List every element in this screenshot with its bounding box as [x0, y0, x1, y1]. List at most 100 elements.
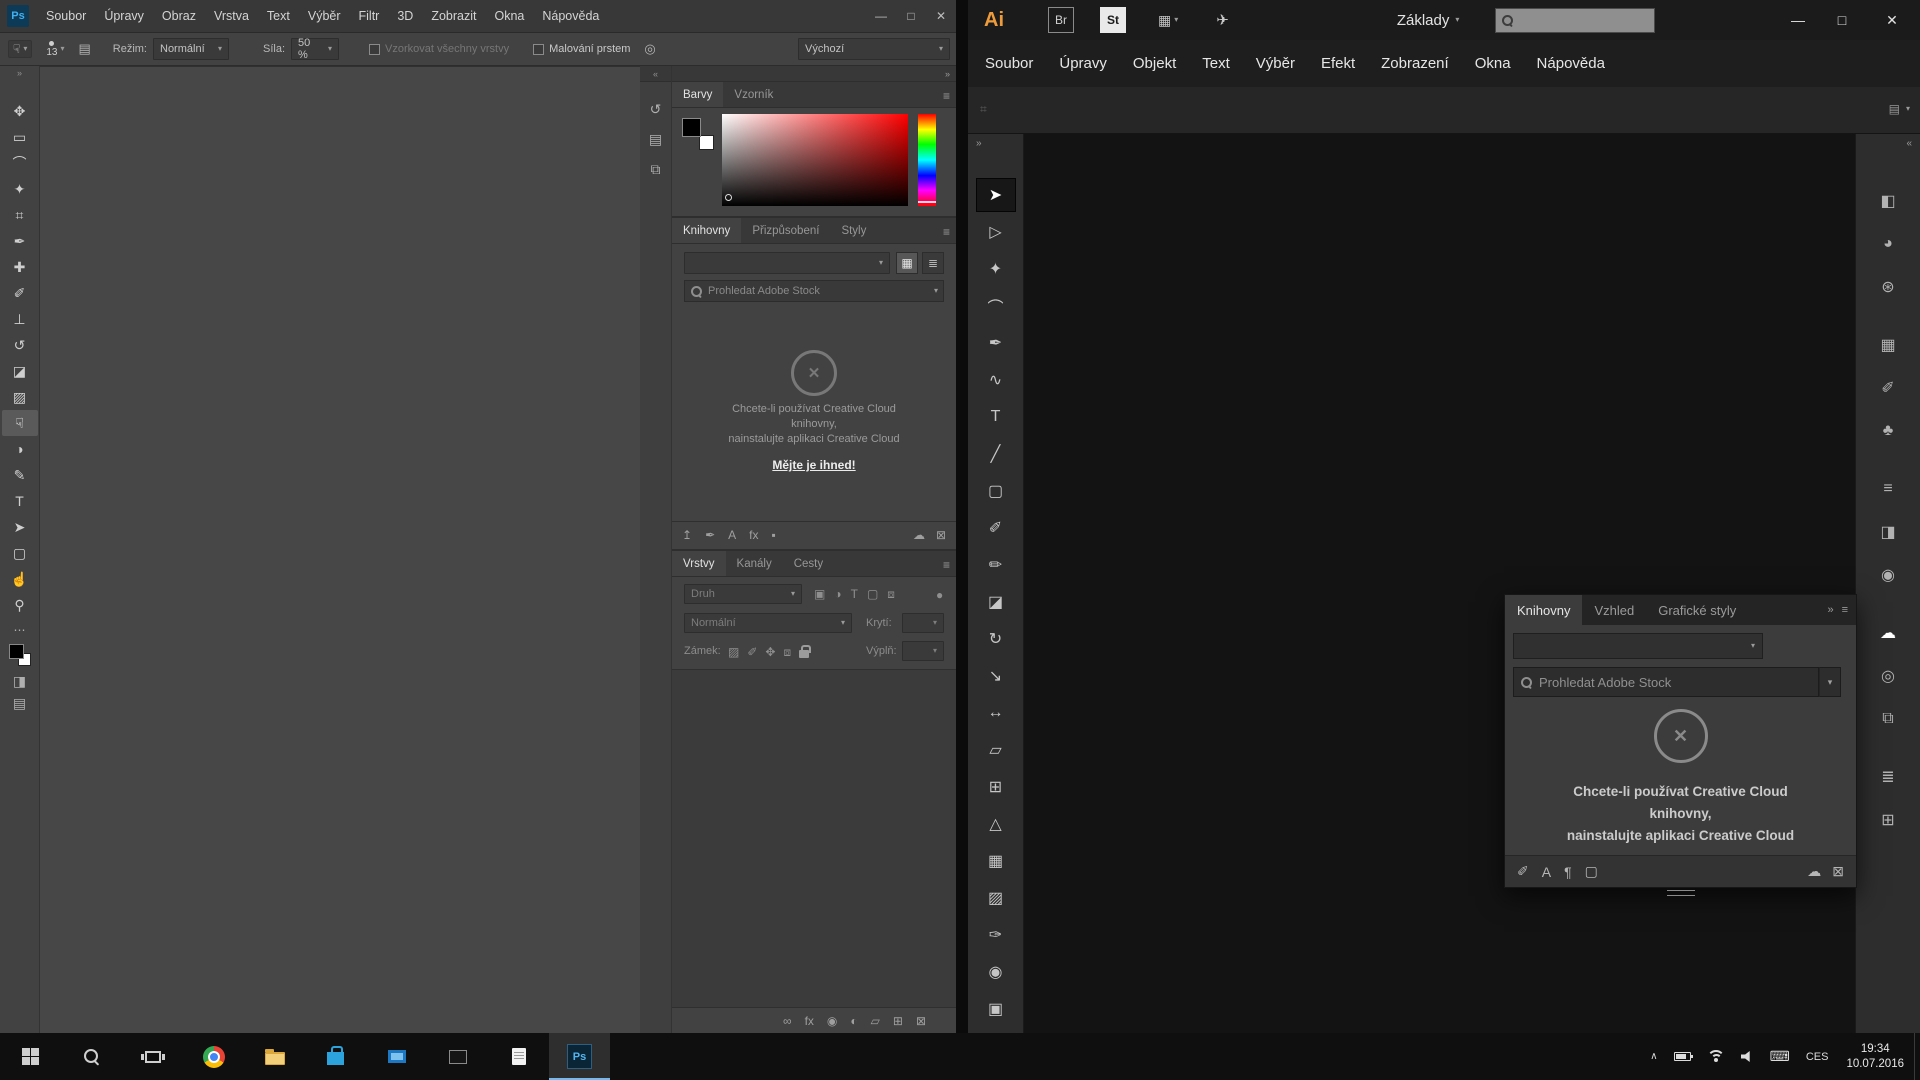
- filter-type-layers-icon[interactable]: T: [851, 587, 858, 601]
- volume-button[interactable]: [1733, 1033, 1762, 1080]
- layer-mask-icon[interactable]: ◉: [827, 1014, 837, 1028]
- show-desktop-button[interactable]: [1914, 1033, 1920, 1080]
- brush-size-picker[interactable]: 13 ▾: [46, 41, 64, 58]
- tab-kanaly[interactable]: Kanály: [726, 551, 783, 576]
- photoshop-taskbar-button[interactable]: Ps: [549, 1033, 610, 1080]
- appbar-search-field[interactable]: [1495, 8, 1655, 33]
- workspace-switcher[interactable]: Základy ▾: [1397, 12, 1460, 29]
- lasso-tool[interactable]: ⌒: [2, 150, 38, 176]
- tab-knihovny[interactable]: Knihovny: [1505, 595, 1582, 625]
- panel-menu-icon[interactable]: ≡: [943, 89, 950, 103]
- workspace-preset-select[interactable]: Výchozí ▾: [798, 38, 950, 60]
- arrange-documents-button[interactable]: ▦ ▾: [1158, 13, 1178, 27]
- toggle-brush-panel-icon[interactable]: ▤: [78, 41, 90, 57]
- chrome-taskbar-button[interactable]: [183, 1033, 244, 1080]
- color-themes-panel-icon[interactable]: ◎: [1871, 659, 1905, 693]
- menu-okna[interactable]: Okna: [485, 9, 533, 23]
- filter-toggle-icon[interactable]: ●: [936, 588, 943, 602]
- panel-menu-icon[interactable]: ≡: [943, 558, 950, 572]
- shape-builder-tool[interactable]: ⊞: [976, 770, 1016, 804]
- add-paragraph-style-icon[interactable]: ¶: [1564, 864, 1572, 880]
- stock-button[interactable]: St: [1100, 7, 1126, 33]
- shape-tool[interactable]: ▢: [2, 540, 38, 566]
- tab-styly[interactable]: Styly: [830, 218, 877, 243]
- history-panel-icon[interactable]: ↺: [641, 94, 671, 124]
- menu-vrstva[interactable]: Vrstva: [205, 9, 258, 23]
- menu-objekt[interactable]: Objekt: [1120, 55, 1189, 72]
- curvature-tool[interactable]: ∿: [976, 363, 1016, 397]
- toolbar-collapse-icon[interactable]: »: [17, 68, 22, 78]
- delete-item-icon[interactable]: ⊠: [1832, 863, 1844, 880]
- gradient-tool[interactable]: ▨: [976, 881, 1016, 915]
- selection-tool[interactable]: ➤: [976, 178, 1016, 212]
- color-panel-icon[interactable]: ◧: [1871, 184, 1905, 218]
- artboards-panel-icon[interactable]: ⊞: [1871, 803, 1905, 837]
- rotate-tool[interactable]: ↻: [976, 622, 1016, 656]
- search-options-button[interactable]: ▾: [1819, 667, 1841, 697]
- rectangle-tool[interactable]: ▢: [976, 474, 1016, 508]
- marquee-tool[interactable]: ▭: [2, 124, 38, 150]
- photos-button[interactable]: [366, 1033, 427, 1080]
- clone-stamp-tool[interactable]: ⊥: [2, 306, 38, 332]
- sync-status-icon[interactable]: ☁: [913, 528, 925, 542]
- scale-tool[interactable]: ↘: [976, 659, 1016, 693]
- lasso-tool[interactable]: ⌒: [976, 289, 1016, 323]
- finger-painting-checkbox[interactable]: Malování prstem: [533, 43, 630, 55]
- hand-tool[interactable]: ☝: [2, 566, 38, 592]
- symbols-panel-icon[interactable]: ♣: [1871, 414, 1905, 448]
- network-button[interactable]: [1699, 1033, 1733, 1080]
- taskbar-search-button[interactable]: [61, 1033, 122, 1080]
- link-layers-icon[interactable]: ∞: [783, 1014, 792, 1028]
- menu-upravy[interactable]: Úpravy: [1046, 55, 1120, 72]
- menu-vyber[interactable]: Výběr: [1243, 55, 1308, 72]
- panel-menu-icon[interactable]: ≡: [1842, 604, 1848, 616]
- transparency-panel-icon[interactable]: ◉: [1871, 558, 1905, 592]
- add-color-icon[interactable]: ▪: [771, 528, 775, 542]
- illustrator-canvas[interactable]: [1024, 134, 1855, 1033]
- panel-resize-grip[interactable]: [1667, 890, 1695, 896]
- layer-list[interactable]: [672, 669, 956, 1007]
- hue-slider[interactable]: [918, 114, 936, 206]
- menu-okna[interactable]: Okna: [1462, 55, 1524, 72]
- dock-collapse-icon[interactable]: «: [1906, 138, 1912, 149]
- edit-toolbar-icon[interactable]: ⋯: [14, 624, 26, 636]
- add-graphic-icon[interactable]: ✒: [705, 528, 715, 542]
- stock-search-input[interactable]: [708, 285, 929, 297]
- toolbar-expand-icon[interactable]: »: [976, 138, 982, 149]
- delete-item-icon[interactable]: ⊠: [936, 528, 946, 542]
- console-button[interactable]: [427, 1033, 488, 1080]
- add-character-style-icon[interactable]: A: [1542, 864, 1551, 880]
- maximize-button[interactable]: □: [1820, 0, 1864, 40]
- store-button[interactable]: [305, 1033, 366, 1080]
- recolor-artwork-icon[interactable]: ⊛: [1871, 270, 1905, 304]
- close-button[interactable]: ✕: [926, 0, 956, 32]
- notepad-button[interactable]: [488, 1033, 549, 1080]
- type-tool[interactable]: T: [2, 488, 38, 514]
- tray-expand-icon[interactable]: ∧: [1642, 1033, 1665, 1080]
- collapse-panels-icon[interactable]: »: [945, 69, 950, 79]
- menu-obraz[interactable]: Obraz: [153, 9, 205, 23]
- bridge-button[interactable]: Br: [1048, 7, 1074, 33]
- tab-cesty[interactable]: Cesty: [783, 551, 834, 576]
- gradient-panel-icon[interactable]: ◨: [1871, 515, 1905, 549]
- type-tool[interactable]: T: [976, 400, 1016, 434]
- add-color-icon[interactable]: ▢: [1585, 863, 1598, 880]
- smudge-tool[interactable]: ☟: [2, 410, 38, 436]
- artboard-tool[interactable]: ▣: [976, 992, 1016, 1026]
- panel-menu-icon[interactable]: ≡: [943, 225, 950, 239]
- menu-filtr[interactable]: Filtr: [350, 9, 389, 23]
- filter-shape-layers-icon[interactable]: ▢: [867, 587, 878, 601]
- appbar-search-input[interactable]: [1518, 13, 1649, 27]
- menu-text[interactable]: Text: [258, 9, 299, 23]
- brushes-panel-icon[interactable]: ✐: [1871, 371, 1905, 405]
- history-brush-tool[interactable]: ↺: [2, 332, 38, 358]
- share-icon[interactable]: ✈: [1216, 13, 1229, 28]
- filter-adjustment-layers-icon[interactable]: ◑: [834, 587, 841, 601]
- links-panel-icon[interactable]: ⧉: [1871, 702, 1905, 736]
- filter-smart-objects-icon[interactable]: ⧈: [887, 587, 895, 602]
- properties-panel-icon[interactable]: ▤: [641, 124, 671, 154]
- start-button[interactable]: [0, 1033, 61, 1080]
- blend-tool[interactable]: ◉: [976, 955, 1016, 989]
- quick-selection-tool[interactable]: ✦: [2, 176, 38, 202]
- tab-knihovny[interactable]: Knihovny: [672, 218, 741, 243]
